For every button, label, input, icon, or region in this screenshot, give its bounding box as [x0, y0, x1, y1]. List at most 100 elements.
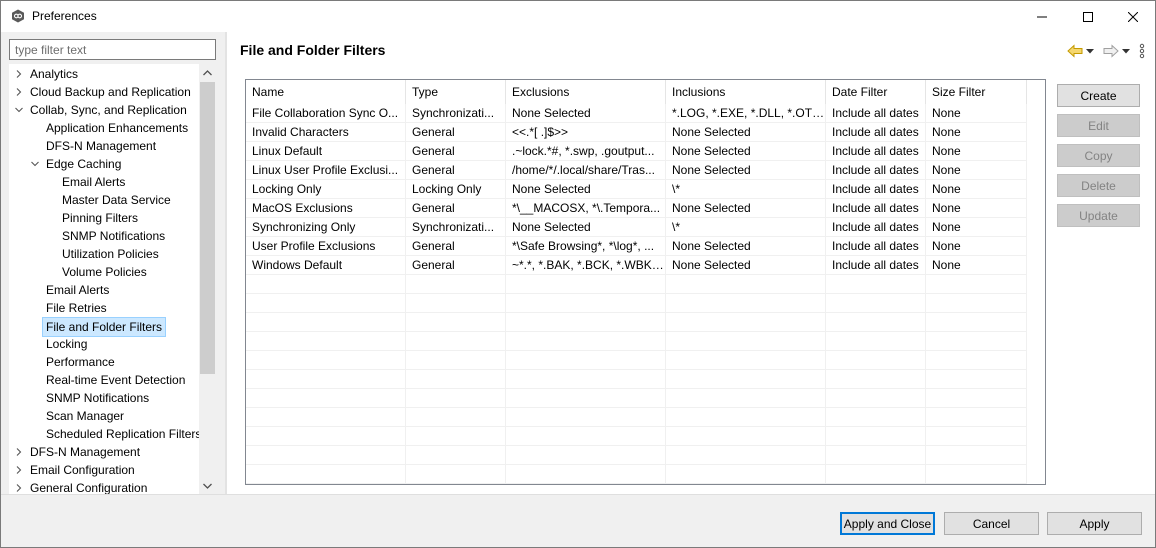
view-menu-button[interactable]	[1139, 42, 1145, 60]
table-row[interactable]: MacOS Exclusions General *\__MACOSX, *\.Te…	[246, 199, 1027, 218]
table-row[interactable]: Windows Default General ~*.*, *.BAK, *.BCK…	[246, 256, 1027, 275]
tree-item[interactable]: Pinning Filters	[9, 209, 199, 227]
tree-item[interactable]: Email Alerts	[9, 173, 199, 191]
table-cell: *.LOG, *.EXE, *.DLL, *.OTF,...	[666, 104, 826, 123]
column-header-type[interactable]: Type	[406, 80, 506, 104]
minimize-button[interactable]	[1019, 1, 1065, 32]
back-menu-button[interactable]	[1086, 42, 1094, 60]
tree-item[interactable]: File and Folder Filters	[9, 317, 199, 337]
tree-scrollbar[interactable]	[199, 64, 216, 494]
table-cell	[406, 389, 506, 408]
tree-item-label: Scan Manager	[46, 409, 125, 423]
tree-item[interactable]: Locking	[9, 335, 199, 353]
forward-menu-button[interactable]	[1122, 42, 1130, 60]
column-header-size-filter[interactable]: Size Filter	[926, 80, 1027, 104]
create-button[interactable]: Create	[1057, 84, 1140, 107]
tree-item[interactable]: General Configuration	[9, 479, 199, 494]
tree-item[interactable]: Application Enhancements	[9, 119, 199, 137]
scroll-up-button[interactable]	[199, 64, 216, 81]
close-button[interactable]	[1110, 1, 1156, 32]
tree-item[interactable]: Edge Caching	[9, 155, 199, 173]
column-header-inclusions[interactable]: Inclusions	[666, 80, 826, 104]
tree-item[interactable]: Volume Policies	[9, 263, 199, 281]
table-row[interactable]: Invalid Characters General <<.*[ .]$>> None…	[246, 123, 1027, 142]
tree-item[interactable]: DFS-N Management	[9, 443, 199, 461]
delete-button[interactable]: Delete	[1057, 174, 1140, 197]
table-cell	[246, 370, 406, 389]
tree-item[interactable]: Utilization Policies	[9, 245, 199, 263]
update-button[interactable]: Update	[1057, 204, 1140, 227]
table-cell	[246, 332, 406, 351]
tree-item-label: SNMP Notifications	[46, 391, 150, 405]
table-cell: None	[926, 218, 1027, 237]
table-header: Name Type Exclusions Inclusions Date Fil…	[246, 80, 1045, 104]
tree-item[interactable]: Performance	[9, 353, 199, 371]
forward-button[interactable]	[1103, 42, 1119, 60]
chevron-down-icon[interactable]	[31, 160, 39, 168]
tree-item[interactable]: Collab, Sync, and Replication	[9, 101, 199, 119]
chevron-right-icon[interactable]	[15, 484, 23, 492]
table-cell	[246, 351, 406, 370]
column-header-name[interactable]: Name	[246, 80, 406, 104]
table-cell: Synchronizati...	[406, 218, 506, 237]
chevron-down-icon[interactable]	[15, 106, 23, 114]
tree-item[interactable]: Cloud Backup and Replication	[9, 83, 199, 101]
table-row[interactable]: Linux Default General .~lock.*#, *.swp, .g…	[246, 142, 1027, 161]
tree-item[interactable]: File Retries	[9, 299, 199, 317]
copy-button[interactable]: Copy	[1057, 144, 1140, 167]
tree-item[interactable]: SNMP Notifications	[9, 227, 199, 245]
tree-item-label: Volume Policies	[62, 265, 147, 279]
tree-item[interactable]: Scheduled Replication Filters	[9, 425, 199, 443]
chevron-down-icon	[203, 483, 212, 489]
tree-item[interactable]: Email Configuration	[9, 461, 199, 479]
tree-item[interactable]: Analytics	[9, 65, 199, 83]
table-cell	[406, 465, 506, 484]
chevron-right-icon[interactable]	[15, 466, 23, 474]
tree-item[interactable]: SNMP Notifications	[9, 389, 199, 407]
app-icon	[12, 9, 24, 23]
filter-input[interactable]	[9, 39, 216, 60]
edit-button[interactable]: Edit	[1057, 114, 1140, 137]
tree-item[interactable]: Master Data Service	[9, 191, 199, 209]
apply-button[interactable]: Apply	[1047, 512, 1142, 535]
table-cell	[666, 465, 826, 484]
empty-table-row	[246, 465, 1027, 484]
scroll-thumb[interactable]	[200, 82, 215, 374]
table-cell: <<.*[ .]$>>	[506, 123, 666, 142]
chevron-right-icon[interactable]	[15, 70, 23, 78]
column-header-date-filter[interactable]: Date Filter	[826, 80, 926, 104]
empty-table-row	[246, 446, 1027, 465]
table-cell: *\__MACOSX, *\.Tempora...	[506, 199, 666, 218]
tree-item[interactable]: Real-time Event Detection	[9, 371, 199, 389]
tree-item[interactable]: DFS-N Management	[9, 137, 199, 155]
table-cell: None Selected	[666, 123, 826, 142]
table-row[interactable]: Linux User Profile Exclusi... General/hom…	[246, 161, 1027, 180]
column-header-exclusions[interactable]: Exclusions	[506, 80, 666, 104]
chevron-right-icon[interactable]	[15, 448, 23, 456]
scroll-down-button[interactable]	[199, 477, 216, 494]
table-row[interactable]: Synchronizing Only Synchronizati... None S…	[246, 218, 1027, 237]
apply-and-close-button[interactable]: Apply and Close	[840, 512, 935, 535]
table-cell: Windows Default	[246, 256, 406, 275]
table-row[interactable]: File Collaboration Sync O... Synchronizat…	[246, 104, 1027, 123]
tree-item[interactable]: Scan Manager	[9, 407, 199, 425]
table-row[interactable]: Locking Only Locking Only None Selected \* I…	[246, 180, 1027, 199]
empty-table-row	[246, 294, 1027, 313]
tree-item[interactable]: Email Alerts	[9, 281, 199, 299]
maximize-button[interactable]	[1065, 1, 1111, 32]
tree-list: Analytics Cloud Backup and Replication Col…	[9, 64, 199, 494]
table-row[interactable]: User Profile Exclusions General *\Safe Bro…	[246, 237, 1027, 256]
table-cell	[506, 446, 666, 465]
cancel-button[interactable]: Cancel	[944, 512, 1039, 535]
tree-item-label: DFS-N Management	[46, 139, 157, 153]
table-cell: Include all dates	[826, 142, 926, 161]
table-cell	[406, 313, 506, 332]
back-button[interactable]	[1067, 42, 1083, 60]
chevron-right-icon[interactable]	[15, 88, 23, 96]
table-cell	[246, 408, 406, 427]
title-bar[interactable]: Preferences	[1, 1, 1155, 32]
table-cell: Include all dates	[826, 237, 926, 256]
table-cell	[406, 351, 506, 370]
table-cell	[246, 389, 406, 408]
table-cell	[666, 313, 826, 332]
